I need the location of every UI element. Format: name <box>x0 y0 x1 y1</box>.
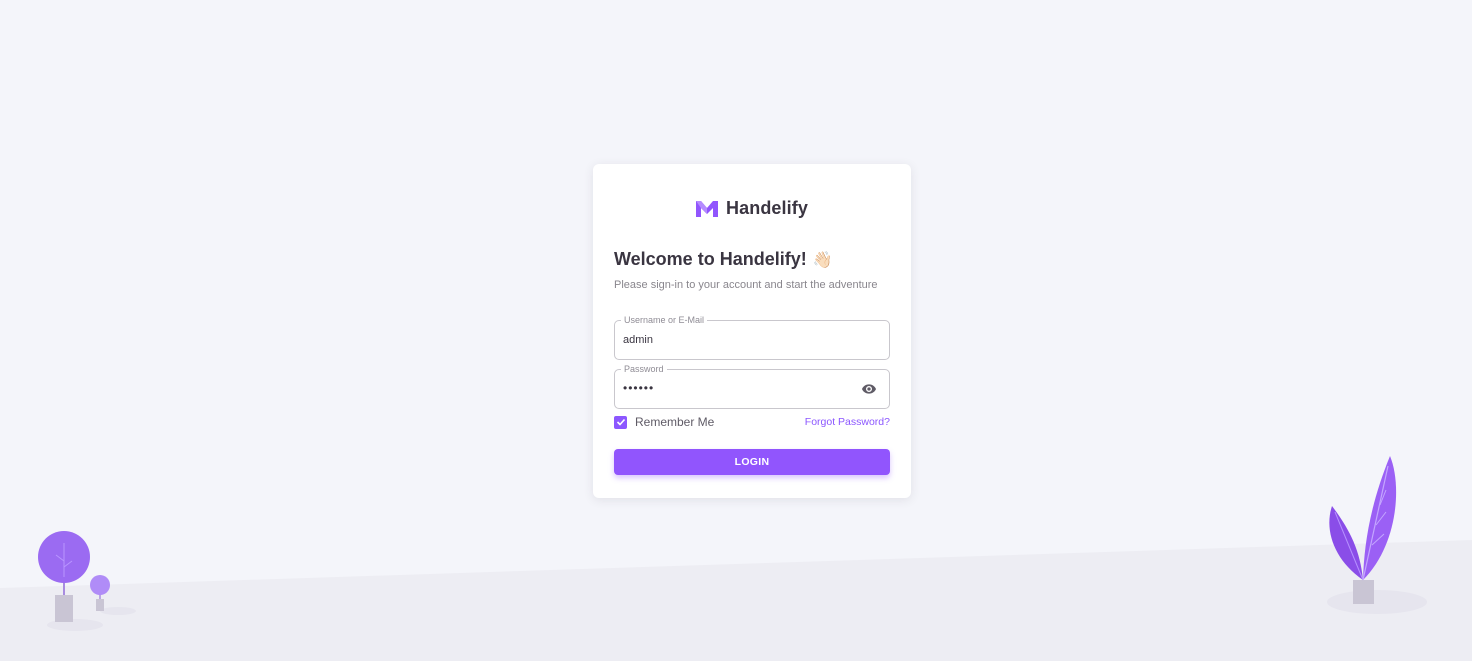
welcome-subtitle: Please sign-in to your account and start… <box>614 279 878 291</box>
password-label: Password <box>621 363 667 375</box>
welcome-title: Welcome to Handelify! 👋🏻 <box>614 249 833 270</box>
eye-icon[interactable] <box>860 381 878 397</box>
remember-me-checkbox[interactable]: Remember Me <box>614 415 714 429</box>
brand-name: Handelify <box>726 198 808 218</box>
login-button[interactable]: LOGIN <box>614 449 890 475</box>
welcome-title-text: Welcome to Handelify! <box>614 249 807 269</box>
username-field[interactable]: Username or E-Mail admin <box>614 314 890 360</box>
username-input[interactable]: admin <box>623 334 653 346</box>
checkbox-checked-icon[interactable] <box>614 415 627 429</box>
password-field[interactable]: Password •••••• <box>614 363 890 409</box>
password-input[interactable]: •••••• <box>623 381 654 395</box>
tree-illustration <box>38 531 136 631</box>
username-label: Username or E-Mail <box>621 314 708 326</box>
waving-hand-icon: 👋🏻 <box>812 251 833 269</box>
brand: Handelify <box>593 198 911 219</box>
leaf-plant-illustration <box>1327 456 1427 614</box>
handelify-logo-icon <box>696 200 719 217</box>
forgot-password-link[interactable]: Forgot Password? <box>805 416 890 428</box>
login-card: Handelify Welcome to Handelify! 👋🏻 Pleas… <box>593 164 911 498</box>
remember-me-label[interactable]: Remember Me <box>635 415 714 429</box>
